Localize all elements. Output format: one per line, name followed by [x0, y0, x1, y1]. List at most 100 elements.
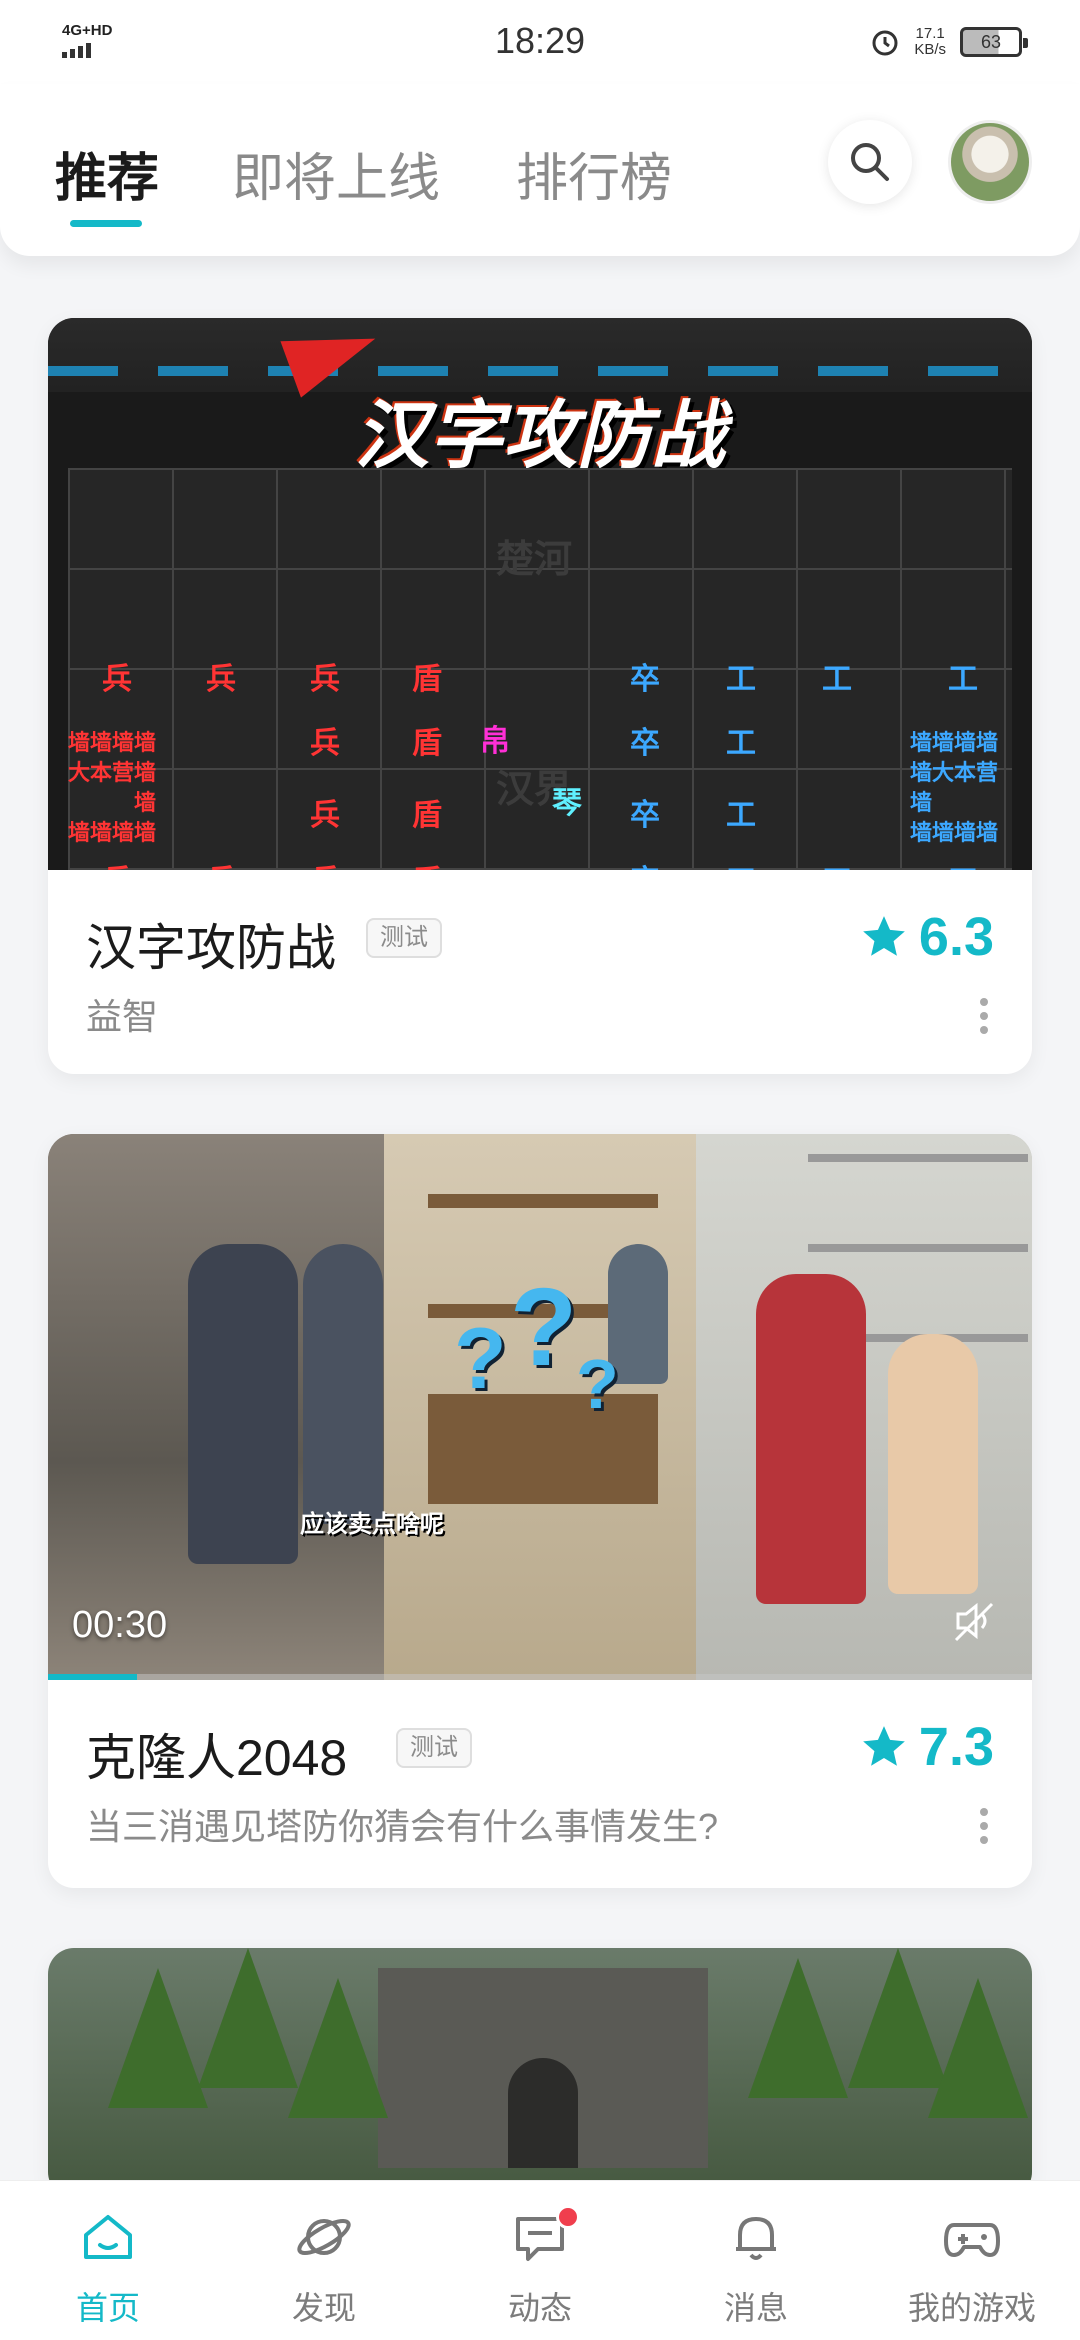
- test-badge: 测试: [396, 1728, 472, 1768]
- red-piece: 兵: [310, 856, 340, 870]
- nav-home[interactable]: 首页: [8, 2181, 208, 2340]
- castle-graphic: [378, 1968, 708, 2168]
- star-icon: [863, 1726, 905, 1766]
- game-video[interactable]: ? ? ? 应该卖点啥呢 00:30: [48, 1134, 1032, 1680]
- more-options-icon[interactable]: [980, 1808, 990, 1844]
- tab-recommend[interactable]: 推荐: [55, 136, 159, 211]
- shelf-graphic: [808, 1154, 1028, 1162]
- wall-row: 墙: [134, 790, 157, 815]
- game-card[interactable]: ? ? ? 应该卖点啥呢 00:30 克隆人2048 测试 7.3 当三消遇见塔…: [48, 1134, 1032, 1888]
- red-piece: 兵: [206, 663, 236, 696]
- nav-my-games[interactable]: 我的游戏: [872, 2181, 1072, 2340]
- red-piece: 盾: [412, 663, 442, 696]
- nav-discover[interactable]: 发现: [224, 2181, 424, 2340]
- bottom-navigation: 首页 发现 动态 消息 我的游戏: [0, 2180, 1080, 2340]
- game-title: 汉字攻防战: [86, 920, 336, 976]
- nav-messages[interactable]: 消息: [656, 2181, 856, 2340]
- star-icon: [863, 916, 905, 956]
- red-piece: 盾: [412, 727, 442, 760]
- nav-label: 发现: [291, 2290, 356, 2326]
- nav-label: 我的游戏: [907, 2290, 1036, 2326]
- status-bar: 4G+HD 18:29 17.1 KB/s 63: [0, 0, 1080, 84]
- mute-icon[interactable]: [948, 1596, 998, 1646]
- status-right: 17.1 KB/s 63: [870, 22, 1028, 62]
- top-header: 推荐 即将上线 排行榜: [0, 84, 1080, 256]
- game-cover-image[interactable]: 汉字攻防战 楚河 汉界 兵 兵 兵 盾 兵 盾 兵 盾 兵 兵 兵 盾 卒 工 …: [48, 318, 1032, 870]
- wall-row: 墙墙墙墙: [910, 820, 999, 845]
- blue-piece: 工: [726, 727, 756, 760]
- game-rating: 6.3: [859, 906, 994, 968]
- blue-piece: 工: [726, 799, 756, 832]
- battery-icon: 63: [960, 27, 1028, 57]
- character-figure: [756, 1274, 866, 1604]
- game-card[interactable]: [48, 1948, 1032, 2198]
- game-description: 当三消遇见塔防你猜会有什么事情发生?: [86, 1806, 719, 1847]
- mid-piece: 琴: [552, 787, 582, 820]
- home-icon: [84, 2215, 132, 2259]
- battery-level: 63: [980, 31, 1002, 52]
- tree-graphic: [108, 1968, 208, 2108]
- red-piece: 兵: [310, 727, 340, 760]
- video-caption: 应该卖点啥呢: [300, 1511, 444, 1538]
- search-icon: [851, 143, 889, 181]
- test-badge: 测试: [366, 918, 442, 958]
- red-piece: 兵: [310, 663, 340, 696]
- blue-piece: 卒: [630, 727, 660, 760]
- wall-row: 墙墙墙墙: [68, 820, 157, 845]
- blue-piece: 工: [948, 663, 978, 696]
- blue-piece: 卒: [630, 663, 660, 696]
- planet-icon: [297, 2218, 351, 2256]
- bell-icon: [736, 2217, 776, 2260]
- question-mark-graphic: ?: [576, 1345, 619, 1423]
- blue-base-wall: 墙墙墙墙 墙大本营 墙 墙墙墙墙: [910, 728, 998, 848]
- red-piece: 盾: [412, 799, 442, 832]
- speed-unit: KB/s: [914, 41, 946, 58]
- blue-piece: 卒: [630, 799, 660, 832]
- mid-piece: 帛: [480, 725, 510, 758]
- tree-graphic: [748, 1958, 848, 2098]
- blue-piece: 工: [726, 856, 756, 870]
- red-piece: 兵: [102, 663, 132, 696]
- game-category: 益智: [86, 996, 159, 1037]
- tree-graphic: [928, 1978, 1028, 2118]
- red-piece: 兵: [102, 856, 132, 870]
- wall-row: 墙大本营: [910, 760, 999, 785]
- tab-rankings[interactable]: 排行榜: [516, 136, 672, 211]
- notification-dot: [556, 2205, 580, 2229]
- search-button[interactable]: [828, 120, 912, 204]
- tab-coming-soon[interactable]: 即将上线: [232, 136, 440, 211]
- game-title: 克隆人2048: [86, 1730, 348, 1786]
- character-figure: [303, 1244, 383, 1524]
- nav-feed[interactable]: 动态: [440, 2181, 640, 2340]
- red-piece: 兵: [206, 856, 236, 870]
- rating-value: 7.3: [918, 1717, 994, 1777]
- blue-piece: 工: [948, 856, 978, 870]
- wall-row: 墙: [910, 790, 933, 815]
- character-figure: [888, 1334, 978, 1594]
- question-mark-graphic: ?: [454, 1311, 507, 1407]
- blue-piece: 卒: [630, 856, 660, 870]
- wall-row: 墙墙墙墙: [910, 730, 999, 755]
- red-base-wall: 墙墙墙墙 大本营墙 墙 墙墙墙墙: [68, 728, 156, 848]
- counter-graphic: [428, 1394, 658, 1504]
- more-options-icon[interactable]: [980, 998, 990, 1034]
- active-tab-indicator: [70, 220, 142, 227]
- blue-piece: 工: [822, 663, 852, 696]
- shelf-graphic: [808, 1244, 1028, 1252]
- red-piece: 盾: [412, 856, 442, 870]
- game-info[interactable]: 克隆人2048 测试 7.3 当三消遇见塔防你猜会有什么事情发生?: [48, 1680, 1032, 1888]
- blue-piece: 工: [726, 663, 756, 696]
- tree-graphic: [288, 1978, 388, 2118]
- cover-title: 汉字攻防战: [355, 394, 725, 477]
- game-card[interactable]: 汉字攻防战 楚河 汉界 兵 兵 兵 盾 兵 盾 兵 盾 兵 兵 兵 盾 卒 工 …: [48, 318, 1032, 1074]
- nav-label: 消息: [723, 2290, 788, 2326]
- nav-label: 动态: [507, 2290, 572, 2326]
- game-info[interactable]: 汉字攻防战 测试 6.3 益智: [48, 870, 1032, 1074]
- gamepad-icon: [944, 2223, 1000, 2257]
- game-rating: 7.3: [859, 1716, 994, 1778]
- game-cover-image[interactable]: [48, 1948, 1032, 2198]
- alarm-icon: [872, 30, 898, 56]
- wall-row: 墙墙墙墙: [68, 730, 157, 755]
- user-avatar[interactable]: [948, 120, 1032, 204]
- rating-value: 6.3: [918, 907, 994, 967]
